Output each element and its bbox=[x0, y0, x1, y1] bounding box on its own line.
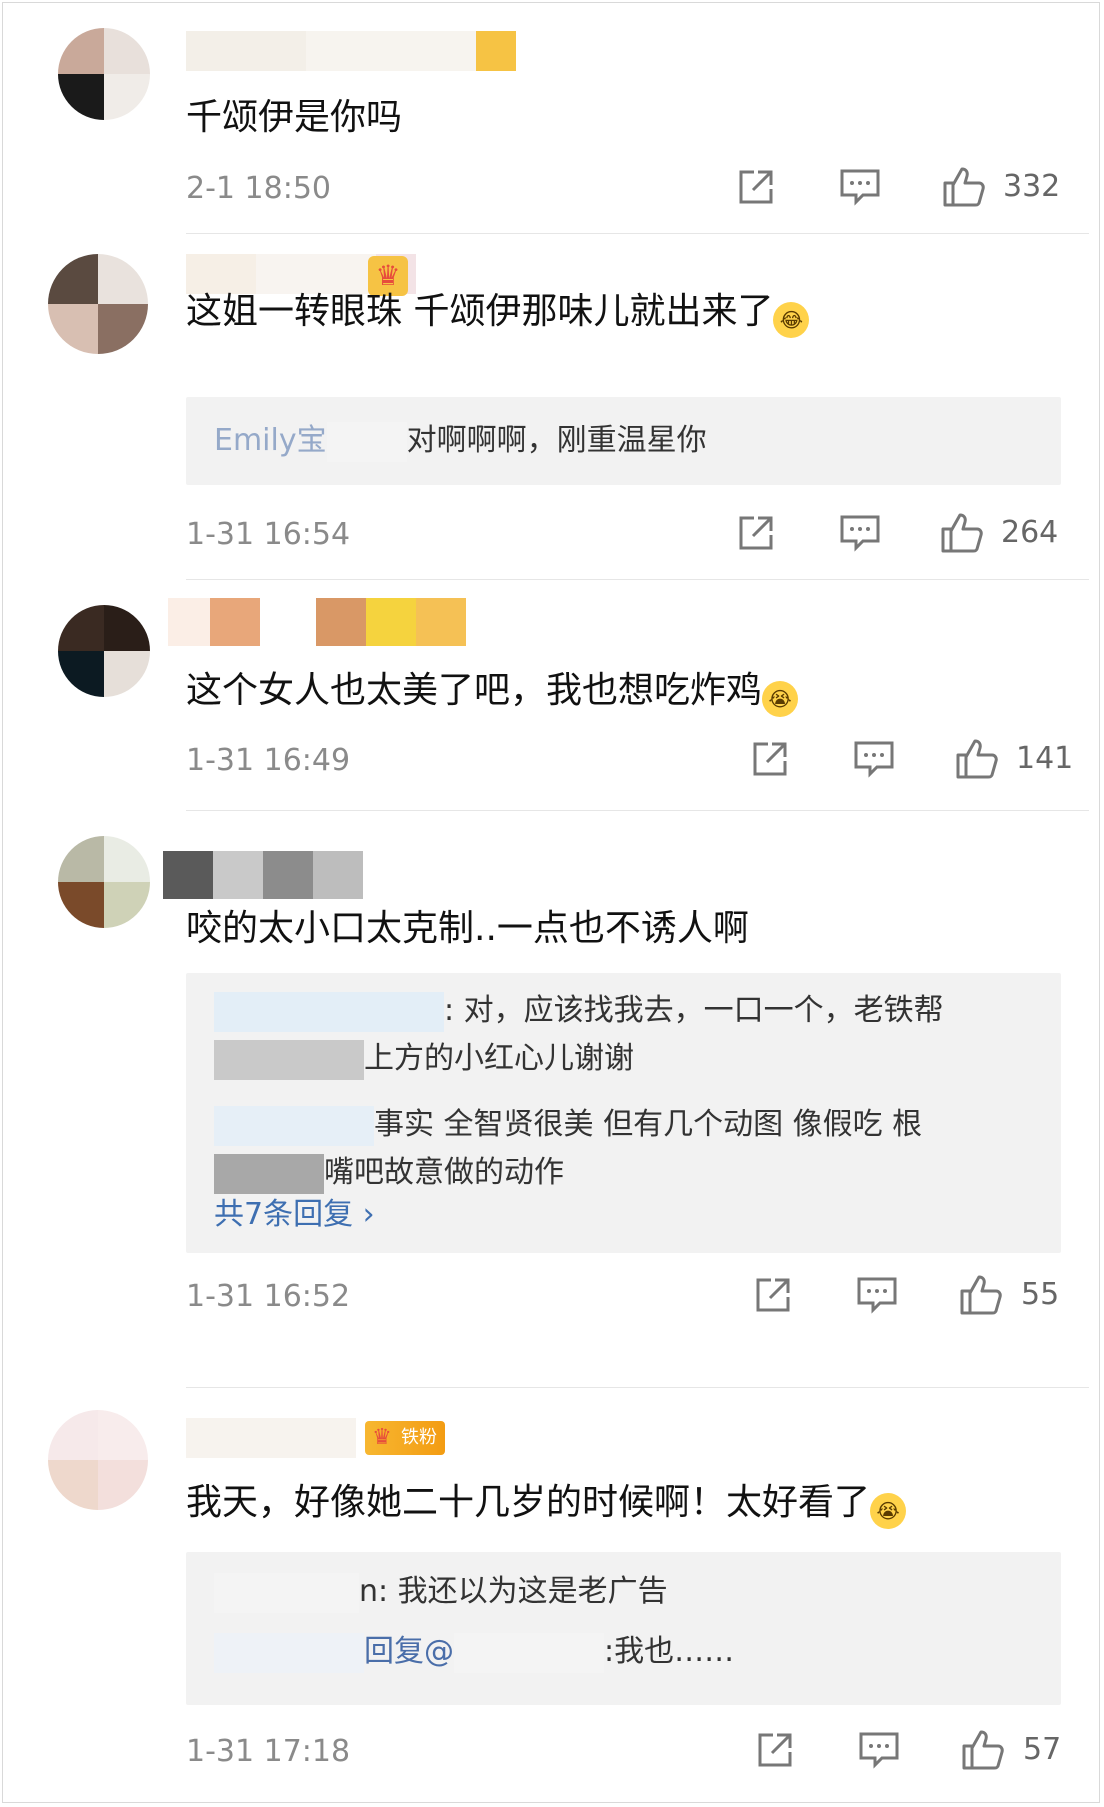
like-count: 264 bbox=[1001, 515, 1059, 550]
comment-text: 这姐一转眼珠 千颂伊那味儿就出来了 😂 bbox=[186, 289, 810, 338]
share-icon[interactable] bbox=[736, 167, 776, 211]
reply-body: 事实 全智贤很美 但有几个动图 像假吃 根 bbox=[374, 1107, 923, 1142]
comment-icon[interactable] bbox=[856, 1275, 898, 1319]
crown-icon: ♛ bbox=[372, 1425, 392, 1450]
reply-body-cont: 嘴吧故意做的动作 bbox=[324, 1155, 564, 1190]
like-count: 332 bbox=[1003, 169, 1061, 204]
comment-item: 千颂伊是你吗 2-1 18:50 332 bbox=[3, 3, 1101, 233]
reply-item[interactable]: : 对，应该找我去，一口一个，老铁帮 上方的小红心儿谢谢 bbox=[214, 987, 1034, 1083]
share-icon[interactable] bbox=[750, 739, 790, 783]
reply-body: 对啊啊啊，刚重温星你 bbox=[406, 423, 707, 458]
comment-icon[interactable] bbox=[853, 739, 895, 783]
reply-body: :我也…… bbox=[604, 1634, 735, 1669]
comment-list: 千颂伊是你吗 2-1 18:50 332 ♛ 这姐一转眼珠 千颂伊那味儿就出来了… bbox=[2, 2, 1100, 1803]
comment-text: 千颂伊是你吗 bbox=[186, 97, 403, 138]
reply-box[interactable]: Emily宝 对啊啊啊，刚重温星你 bbox=[186, 397, 1061, 485]
comment-item: 咬的太小口太克制..一点也不诱人啊 : 对，应该找我去，一口一个，老铁帮 上方的… bbox=[3, 811, 1101, 1387]
comment-item: 这个女人也太美了吧，我也想吃炸鸡 😭 1-31 16:49 141 bbox=[3, 580, 1101, 810]
avatar[interactable] bbox=[58, 28, 150, 120]
like-count: 57 bbox=[1023, 1732, 1062, 1767]
chevron-right-icon: › bbox=[362, 1197, 375, 1232]
like-count: 55 bbox=[1021, 1277, 1060, 1312]
comment-item: ♛ 铁粉 我天，好像她二十几岁的时候啊！太好看了 😭 n: 我还以为这是老广告 回复… bbox=[3, 1388, 1101, 1798]
username-blurred[interactable] bbox=[168, 598, 468, 646]
reply-item[interactable]: Emily宝 对啊啊啊，刚重温星你 bbox=[214, 417, 1034, 465]
reply-author[interactable]: Emily宝 bbox=[214, 423, 327, 458]
reply-body: : 对，应该找我去，一口一个，老铁帮 bbox=[444, 993, 944, 1028]
comment-icon[interactable] bbox=[839, 167, 881, 211]
thumbs-up-icon[interactable] bbox=[954, 735, 1000, 779]
comment-item: ♛ 这姐一转眼珠 千颂伊那味儿就出来了 😂 Emily宝 对啊啊啊，刚重温星你 1-… bbox=[3, 234, 1101, 579]
reply-item[interactable]: n: 我还以为这是老广告 bbox=[214, 1568, 1034, 1616]
reply-body: n: 我还以为这是老广告 bbox=[359, 1574, 668, 1609]
comment-time: 1-31 17:18 bbox=[186, 1734, 351, 1769]
share-icon[interactable] bbox=[755, 1730, 795, 1774]
reply-item[interactable]: 回复@ :我也…… bbox=[214, 1628, 1034, 1676]
fan-level-badge: ♛ 铁粉 bbox=[365, 1421, 445, 1455]
comment-time: 1-31 16:52 bbox=[186, 1279, 351, 1314]
username-blurred[interactable] bbox=[186, 31, 546, 71]
avatar[interactable] bbox=[58, 605, 150, 697]
thumbs-up-icon[interactable] bbox=[939, 509, 985, 553]
reply-box[interactable]: : 对，应该找我去，一口一个，老铁帮 上方的小红心儿谢谢 事实 全智贤很美 但有… bbox=[186, 973, 1061, 1253]
thumbs-up-icon[interactable] bbox=[958, 1271, 1004, 1315]
comment-time: 2-1 18:50 bbox=[186, 171, 331, 206]
reply-mention[interactable]: 回复@ bbox=[364, 1634, 454, 1669]
comment-text: 咬的太小口太克制..一点也不诱人啊 bbox=[186, 908, 749, 949]
avatar[interactable] bbox=[48, 254, 148, 354]
share-icon[interactable] bbox=[753, 1275, 793, 1319]
comment-icon[interactable] bbox=[839, 513, 881, 557]
comment-text: 我天，好像她二十几岁的时候啊！太好看了 😭 bbox=[186, 1480, 907, 1529]
comment-icon[interactable] bbox=[858, 1730, 900, 1774]
avatar[interactable] bbox=[48, 1410, 148, 1510]
comment-time: 1-31 16:49 bbox=[186, 743, 351, 778]
thumbs-up-icon[interactable] bbox=[960, 1726, 1006, 1770]
laugh-cry-emoji: 😂 bbox=[773, 302, 810, 338]
avatar[interactable] bbox=[58, 836, 150, 928]
comment-text: 这个女人也太美了吧，我也想吃炸鸡 😭 bbox=[186, 668, 799, 717]
username-blurred[interactable] bbox=[163, 851, 413, 899]
comment-time: 1-31 16:54 bbox=[186, 517, 351, 552]
crying-emoji: 😭 bbox=[870, 1493, 907, 1529]
reply-box[interactable]: n: 我还以为这是老广告 回复@ :我也…… bbox=[186, 1552, 1061, 1705]
thumbs-up-icon[interactable] bbox=[941, 163, 987, 207]
crying-emoji: 😭 bbox=[762, 681, 799, 717]
reply-item[interactable]: 事实 全智贤很美 但有几个动图 像假吃 根 嘴吧故意做的动作 bbox=[214, 1101, 1034, 1197]
like-count: 141 bbox=[1016, 741, 1074, 776]
more-replies-link[interactable]: 共7条回复 › bbox=[214, 1195, 375, 1235]
share-icon[interactable] bbox=[736, 513, 776, 557]
reply-body-cont: 上方的小红心儿谢谢 bbox=[364, 1041, 634, 1076]
username-blurred[interactable] bbox=[186, 1418, 356, 1458]
